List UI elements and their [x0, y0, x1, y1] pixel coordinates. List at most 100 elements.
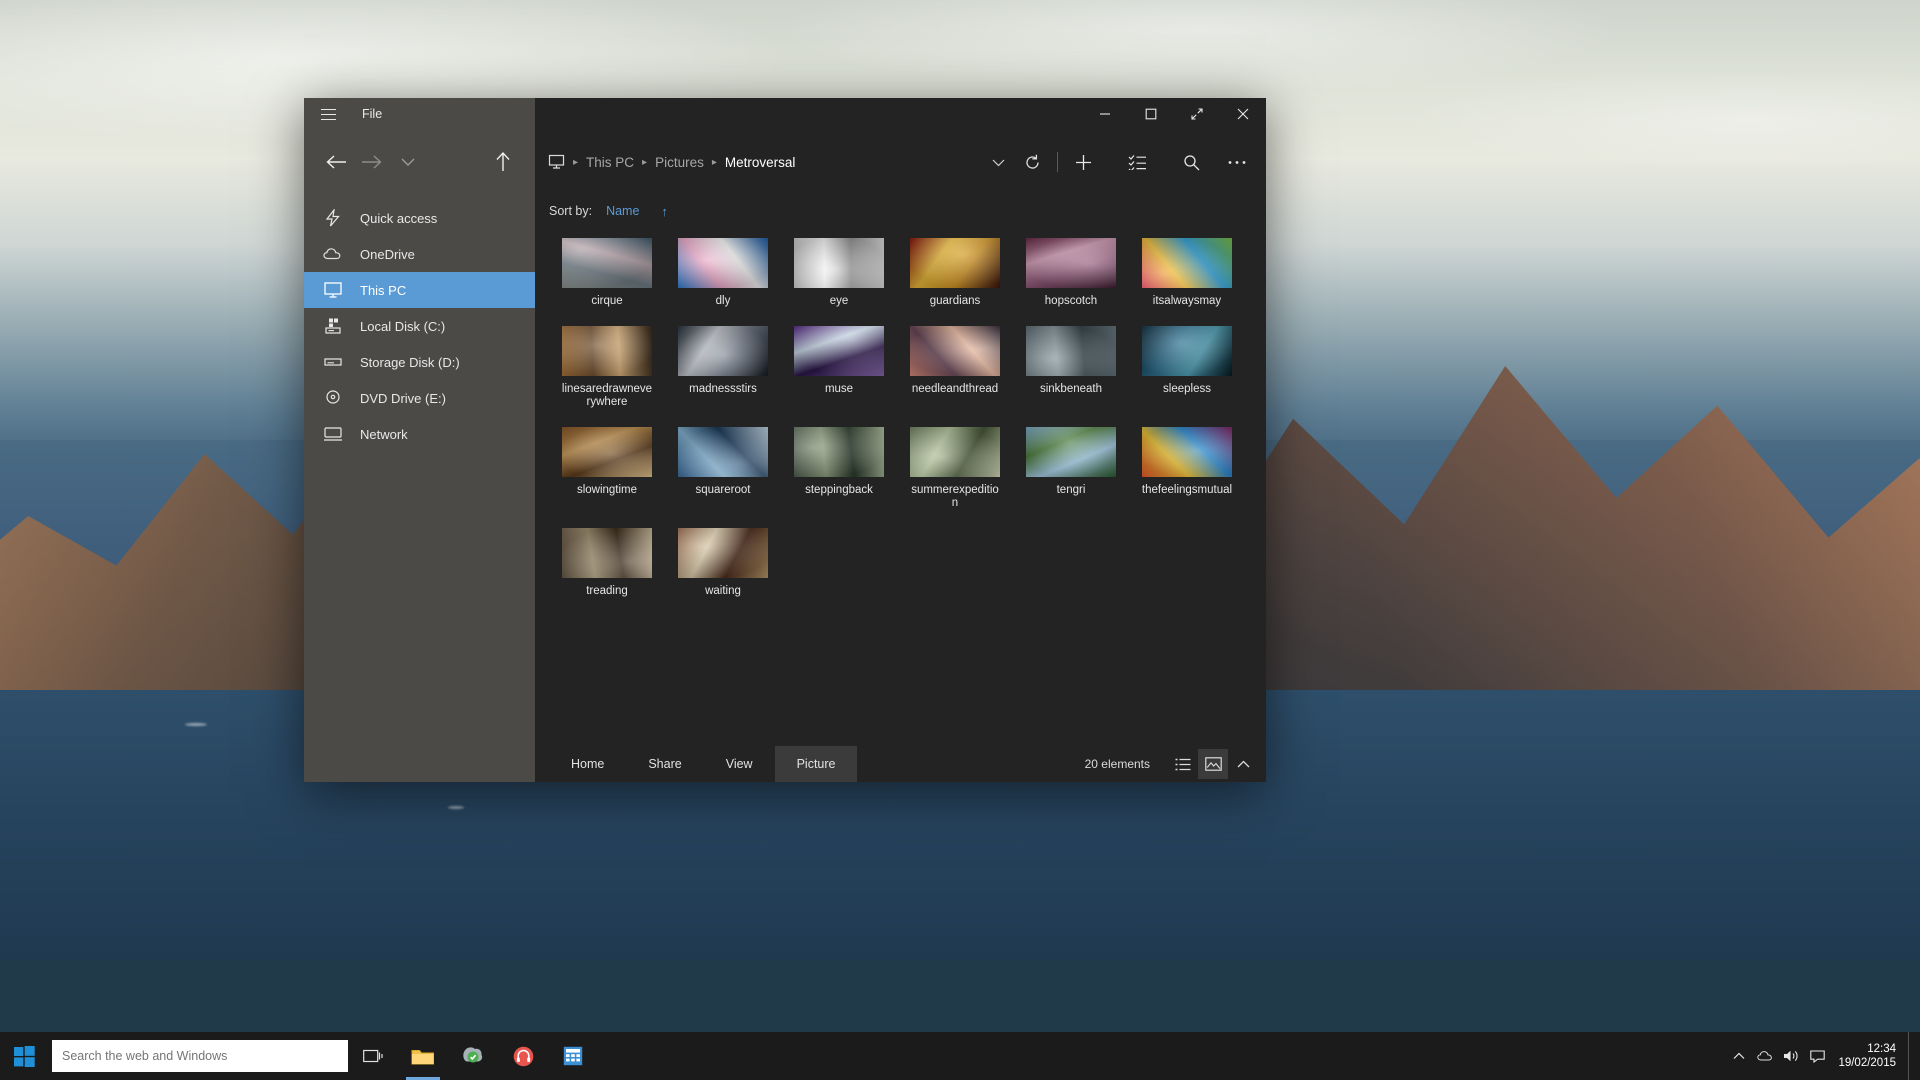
file-tile[interactable]: summerexpedition [897, 427, 1013, 510]
file-thumbnail[interactable] [562, 427, 652, 477]
file-tile[interactable]: dly [665, 238, 781, 308]
new-item-plus-icon[interactable] [1066, 145, 1100, 179]
breadcrumb-pictures[interactable]: Pictures [649, 153, 710, 172]
file-tile[interactable]: cirque [549, 238, 665, 308]
file-tile[interactable]: madnessstirs [665, 326, 781, 409]
file-tile[interactable]: squareroot [665, 427, 781, 510]
calculator-button[interactable] [548, 1032, 598, 1080]
file-tile[interactable]: waiting [665, 528, 781, 598]
select-all-icon[interactable] [1120, 145, 1154, 179]
tab-view[interactable]: View [704, 746, 775, 782]
tab-home[interactable]: Home [549, 746, 626, 782]
sidebar-item-local-disk-c[interactable]: Local Disk (C:) [304, 308, 535, 344]
sort-direction-icon[interactable]: ↑ [661, 204, 668, 219]
file-thumbnail[interactable] [678, 238, 768, 288]
expand-button[interactable] [1174, 98, 1220, 130]
file-thumbnail[interactable] [910, 427, 1000, 477]
file-thumbnail[interactable] [1142, 427, 1232, 477]
explorer-main-pane: ▸ This PC ▸ Pictures ▸ Metroversal Sort … [535, 98, 1266, 782]
back-arrow-icon[interactable] [318, 144, 354, 180]
file-thumbnail[interactable] [562, 326, 652, 376]
file-tile[interactable]: sinkbeneath [1013, 326, 1129, 409]
minimize-button[interactable] [1082, 98, 1128, 130]
file-thumbnail[interactable] [1026, 238, 1116, 288]
file-thumbnail[interactable] [910, 238, 1000, 288]
sidebar-item-network[interactable]: Network [304, 416, 535, 452]
show-desktop-button[interactable] [1908, 1032, 1916, 1080]
sort-by-value[interactable]: Name [606, 204, 639, 218]
file-thumbnail[interactable] [562, 528, 652, 578]
file-thumbnail[interactable] [794, 238, 884, 288]
thumbnail-shading [562, 427, 652, 477]
file-thumbnail[interactable] [678, 528, 768, 578]
file-name-label: guardians [929, 295, 981, 307]
file-tile[interactable]: needleandthread [897, 326, 1013, 409]
file-tile[interactable]: muse [781, 326, 897, 409]
sidebar-item-quick-access[interactable]: Quick access [304, 200, 535, 236]
search-icon[interactable] [1174, 145, 1208, 179]
music-button[interactable] [498, 1032, 548, 1080]
show-hidden-chevron-up-icon[interactable] [1726, 1032, 1752, 1080]
sidebar-item-this-pc[interactable]: This PC [304, 272, 535, 308]
file-tile[interactable]: sleepless [1129, 326, 1245, 409]
up-arrow-icon[interactable] [485, 144, 521, 180]
thumbnail-view-icon[interactable] [1198, 749, 1228, 779]
search-box[interactable] [52, 1040, 348, 1072]
file-thumbnail[interactable] [678, 427, 768, 477]
action-center-icon[interactable] [1804, 1032, 1830, 1080]
file-thumbnail[interactable] [794, 326, 884, 376]
tab-picture[interactable]: Picture [774, 746, 858, 782]
details-view-icon[interactable] [1168, 749, 1198, 779]
file-menu-button[interactable]: File [352, 98, 392, 130]
file-tile[interactable]: tengri [1013, 427, 1129, 510]
file-thumbnail[interactable] [1142, 238, 1232, 288]
sidebar-item-storage-disk-d[interactable]: Storage Disk (D:) [304, 344, 535, 380]
monitor-icon [322, 279, 344, 301]
breadcrumb-this-pc[interactable]: This PC [580, 153, 640, 172]
file-thumbnail[interactable] [562, 238, 652, 288]
file-thumbnail[interactable] [678, 326, 768, 376]
file-thumbnail[interactable] [1142, 326, 1232, 376]
file-thumbnail[interactable] [1026, 326, 1116, 376]
onedrive-tray-icon[interactable] [1752, 1032, 1778, 1080]
hamburger-menu-icon[interactable] [304, 98, 352, 130]
file-name-label: eye [829, 295, 849, 307]
close-button[interactable] [1220, 98, 1266, 130]
clock[interactable]: 12:34 19/02/2015 [1830, 1032, 1908, 1080]
file-tile[interactable]: hopscotch [1013, 238, 1129, 308]
file-explorer-button[interactable] [398, 1032, 448, 1080]
breadcrumb: ▸ This PC ▸ Pictures ▸ Metroversal [541, 153, 981, 172]
file-name-label: itsalwaysmay [1152, 295, 1222, 307]
recent-locations-chevron-down-icon[interactable] [390, 144, 426, 180]
file-tile[interactable]: steppingback [781, 427, 897, 510]
more-options-icon[interactable] [1220, 145, 1254, 179]
forward-arrow-icon[interactable] [354, 144, 390, 180]
task-view-button[interactable] [348, 1032, 398, 1080]
maximize-button[interactable] [1128, 98, 1174, 130]
file-tile[interactable]: thefeelingsmutual [1129, 427, 1245, 510]
network-icon [322, 423, 344, 445]
this-pc-icon[interactable] [541, 154, 571, 170]
windows-start-icon[interactable] [0, 1032, 48, 1080]
file-tile[interactable]: eye [781, 238, 897, 308]
expand-chevron-up-icon[interactable] [1228, 749, 1258, 779]
breadcrumb-separator: ▸ [642, 156, 648, 168]
file-thumbnail[interactable] [910, 326, 1000, 376]
file-tile[interactable]: slowingtime [549, 427, 665, 510]
sidebar-item-onedrive[interactable]: OneDrive [304, 236, 535, 272]
store-button[interactable] [448, 1032, 498, 1080]
file-name-label: sleepless [1163, 383, 1211, 395]
file-tile[interactable]: linesaredrawneverywhere [549, 326, 665, 409]
file-thumbnail[interactable] [794, 427, 884, 477]
tab-share[interactable]: Share [626, 746, 703, 782]
volume-icon[interactable] [1778, 1032, 1804, 1080]
history-chevron-down-icon[interactable] [981, 145, 1015, 179]
file-tile[interactable]: guardians [897, 238, 1013, 308]
file-tile[interactable]: treading [549, 528, 665, 598]
breadcrumb-metroversal[interactable]: Metroversal [719, 153, 802, 172]
refresh-icon[interactable] [1015, 145, 1049, 179]
file-thumbnail[interactable] [1026, 427, 1116, 477]
file-tile[interactable]: itsalwaysmay [1129, 238, 1245, 308]
sidebar-item-dvd-drive-e[interactable]: DVD Drive (E:) [304, 380, 535, 416]
search-input[interactable] [62, 1049, 338, 1063]
